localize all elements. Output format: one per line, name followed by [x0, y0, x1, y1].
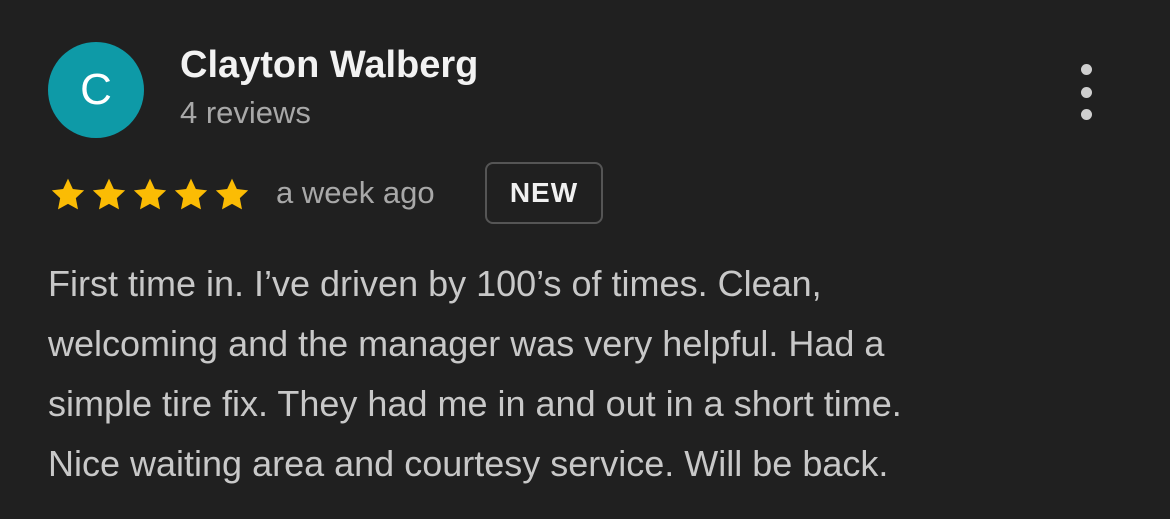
review-text-line: welcoming and the manager was very helpf…: [48, 323, 885, 364]
avatar-initial: C: [80, 65, 112, 114]
star-icon: [215, 178, 249, 210]
star-rating: [48, 174, 252, 216]
review-text-line: First time in. I’ve driven by 100’s of t…: [48, 263, 822, 304]
reviewer-review-count: 4 reviews: [180, 95, 311, 130]
star-icon: [174, 178, 208, 210]
review-time: a week ago: [276, 175, 435, 210]
more-vert-icon-dot: [1080, 109, 1092, 120]
star-icon: [133, 178, 167, 210]
more-vert-icon-dot: [1080, 86, 1092, 98]
star-icon: [51, 178, 85, 210]
star-icon: [92, 178, 126, 210]
more-vert-icon: [1080, 64, 1092, 75]
reviewer-name[interactable]: Clayton Walberg: [180, 44, 478, 87]
more-options-button[interactable]: [1068, 64, 1104, 120]
avatar[interactable]: C: [48, 42, 144, 138]
new-badge: NEW: [485, 162, 603, 224]
review-text: First time in. I’ve driven by 100’s of t…: [48, 254, 1128, 494]
review-text-line: simple tire fix. They had me in and out …: [48, 383, 902, 424]
review-text-line: Nice waiting area and courtesy service. …: [48, 443, 889, 484]
